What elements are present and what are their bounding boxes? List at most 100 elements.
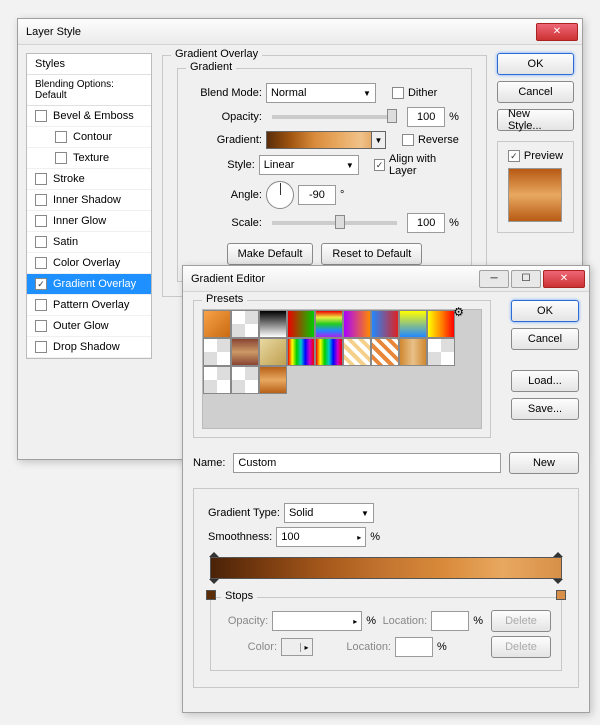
- style-checkbox[interactable]: [35, 257, 47, 269]
- preset-swatch[interactable]: [287, 310, 315, 338]
- preset-swatch[interactable]: [343, 310, 371, 338]
- style-checkbox[interactable]: [35, 341, 47, 353]
- style-item-gradient-overlay[interactable]: ✓Gradient Overlay: [27, 274, 151, 295]
- opacity-stop-right[interactable]: [553, 547, 563, 557]
- preset-swatch[interactable]: [259, 310, 287, 338]
- preset-swatch[interactable]: [203, 366, 231, 394]
- opacity-stop-left[interactable]: [209, 547, 219, 557]
- style-item-label: Stroke: [53, 173, 85, 185]
- style-item-drop-shadow[interactable]: Drop Shadow: [27, 337, 151, 358]
- angle-dial[interactable]: [266, 181, 294, 209]
- preset-swatch[interactable]: [371, 338, 399, 366]
- cancel-button[interactable]: Cancel: [497, 81, 574, 103]
- color-stop-left[interactable]: [209, 579, 219, 589]
- new-style-button[interactable]: New Style...: [497, 109, 574, 131]
- blend-mode-select[interactable]: Normal▼: [266, 83, 376, 103]
- style-item-satin[interactable]: Satin: [27, 232, 151, 253]
- ge-save-button[interactable]: Save...: [511, 398, 579, 420]
- presets-grid[interactable]: [202, 309, 482, 429]
- color-stop-handle-right[interactable]: [556, 590, 566, 600]
- gradient-type-select[interactable]: Solid▼: [284, 503, 374, 523]
- preset-swatch[interactable]: [315, 338, 343, 366]
- style-item-bevel-emboss[interactable]: Bevel & Emboss: [27, 106, 151, 127]
- style-checkbox[interactable]: [35, 236, 47, 248]
- style-checkbox[interactable]: [55, 152, 67, 164]
- preset-swatch[interactable]: [427, 310, 455, 338]
- style-select[interactable]: Linear▼: [259, 155, 359, 175]
- close-icon[interactable]: ✕: [536, 23, 578, 41]
- stop-location-input[interactable]: [431, 611, 469, 631]
- delete-opacity-stop-button[interactable]: Delete: [491, 610, 551, 632]
- style-checkbox[interactable]: [35, 194, 47, 206]
- gradient-bar[interactable]: [210, 557, 562, 579]
- ge-cancel-button[interactable]: Cancel: [511, 328, 579, 350]
- preset-swatch[interactable]: [231, 310, 259, 338]
- gear-icon[interactable]: ⚙: [453, 305, 464, 319]
- stop-color-picker[interactable]: ▸: [281, 638, 313, 656]
- style-checkbox[interactable]: [55, 131, 67, 143]
- stop-location2-input[interactable]: [395, 637, 433, 657]
- style-item-pattern-overlay[interactable]: Pattern Overlay: [27, 295, 151, 316]
- reset-default-button[interactable]: Reset to Default: [321, 243, 422, 265]
- style-item-texture[interactable]: Texture: [27, 148, 151, 169]
- scale-slider[interactable]: [272, 221, 397, 225]
- style-checkbox[interactable]: [35, 110, 47, 122]
- style-item-outer-glow[interactable]: Outer Glow: [27, 316, 151, 337]
- gradient-picker[interactable]: ▼: [266, 131, 386, 149]
- style-checkbox[interactable]: [35, 215, 47, 227]
- opacity-slider[interactable]: [272, 115, 397, 119]
- preset-swatch[interactable]: [427, 338, 455, 366]
- style-item-inner-glow[interactable]: Inner Glow: [27, 211, 151, 232]
- scale-input[interactable]: [407, 213, 445, 233]
- dither-checkbox[interactable]: [392, 87, 404, 99]
- style-checkbox[interactable]: ✓: [35, 278, 47, 290]
- preset-swatch[interactable]: [315, 310, 343, 338]
- make-default-button[interactable]: Make Default: [227, 243, 314, 265]
- ok-button[interactable]: OK: [497, 53, 574, 75]
- layer-style-titlebar[interactable]: Layer Style ✕: [18, 19, 582, 45]
- preset-swatch[interactable]: [231, 338, 259, 366]
- preset-swatch[interactable]: [343, 338, 371, 366]
- style-checkbox[interactable]: [35, 320, 47, 332]
- angle-input[interactable]: [298, 185, 336, 205]
- style-item-color-overlay[interactable]: Color Overlay: [27, 253, 151, 274]
- stop-opacity-input[interactable]: ▸: [272, 611, 362, 631]
- styles-header[interactable]: Styles: [27, 54, 151, 75]
- align-checkbox[interactable]: ✓: [374, 159, 385, 171]
- delete-color-stop-button[interactable]: Delete: [491, 636, 551, 658]
- opacity-input[interactable]: [407, 107, 445, 127]
- styles-panel: Styles Blending Options: Default Bevel &…: [26, 53, 152, 359]
- preset-swatch[interactable]: [231, 366, 259, 394]
- preview-checkbox[interactable]: ✓: [508, 150, 520, 162]
- style-item-contour[interactable]: Contour: [27, 127, 151, 148]
- blending-options-row[interactable]: Blending Options: Default: [27, 75, 151, 106]
- style-item-label: Drop Shadow: [53, 341, 120, 353]
- name-input[interactable]: [233, 453, 501, 473]
- maximize-icon[interactable]: ☐: [511, 270, 541, 288]
- gradient-label: Gradient:: [190, 134, 262, 146]
- preset-swatch[interactable]: [399, 310, 427, 338]
- gradient-editor-titlebar[interactable]: Gradient Editor ─ ☐ ✕: [183, 266, 589, 292]
- minimize-icon[interactable]: ─: [479, 270, 509, 288]
- preset-swatch[interactable]: [287, 338, 315, 366]
- close-icon[interactable]: ✕: [543, 270, 585, 288]
- preset-swatch[interactable]: [259, 338, 287, 366]
- preset-swatch[interactable]: [203, 310, 231, 338]
- style-checkbox[interactable]: [35, 173, 47, 185]
- color-stop-right[interactable]: [553, 579, 563, 589]
- preset-swatch[interactable]: [399, 338, 427, 366]
- smoothness-input[interactable]: 100▸: [276, 527, 366, 547]
- ge-new-button[interactable]: New: [509, 452, 579, 474]
- preset-swatch[interactable]: [203, 338, 231, 366]
- preset-swatch[interactable]: [371, 310, 399, 338]
- reverse-checkbox[interactable]: [402, 134, 414, 146]
- style-item-inner-shadow[interactable]: Inner Shadow: [27, 190, 151, 211]
- style-checkbox[interactable]: [35, 299, 47, 311]
- ge-load-button[interactable]: Load...: [511, 370, 579, 392]
- style-item-label: Pattern Overlay: [53, 299, 129, 311]
- preset-swatch[interactable]: [259, 366, 287, 394]
- color-stop-handle-left[interactable]: [206, 590, 216, 600]
- ge-ok-button[interactable]: OK: [511, 300, 579, 322]
- style-item-stroke[interactable]: Stroke: [27, 169, 151, 190]
- angle-label: Angle:: [190, 189, 262, 201]
